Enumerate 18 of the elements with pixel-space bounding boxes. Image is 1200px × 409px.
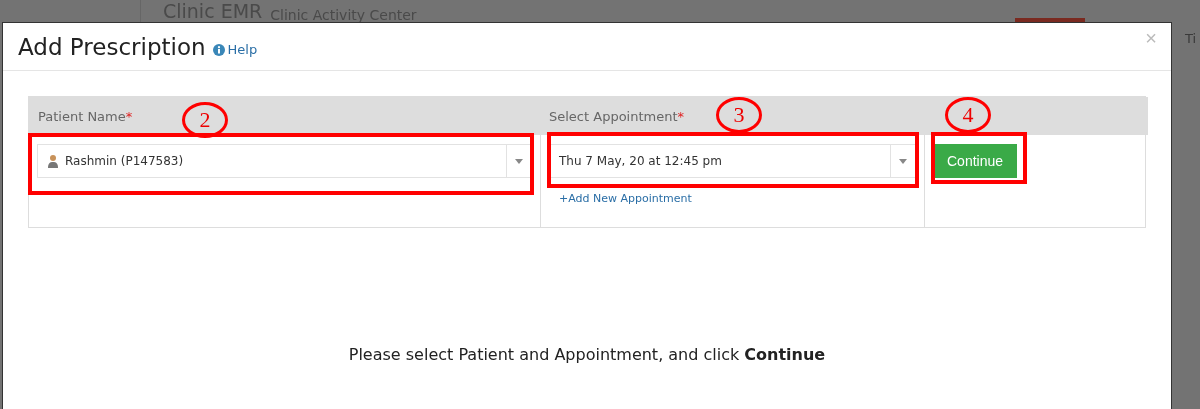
annotation-number: 4 (945, 97, 991, 133)
required-mark: * (125, 108, 133, 124)
instruction-text: Please select Patient and Appointment, and click Continue (347, 345, 827, 364)
patient-select[interactable]: Rashmin (P147583) (37, 144, 532, 178)
help-link[interactable]: Help (212, 42, 258, 57)
appointment-select[interactable]: Thu 7 May, 20 at 12:45 pm (549, 144, 916, 178)
required-mark: * (677, 108, 685, 124)
continue-button[interactable]: Continue (933, 144, 1018, 178)
annotation-number: 2 (182, 102, 228, 138)
column-label: Patient Name (38, 108, 126, 124)
add-appointment-link[interactable]: +Add New Appointment (559, 192, 692, 205)
dialog-title: Add Prescription (18, 33, 206, 60)
caret-icon (899, 158, 907, 164)
column-label: Select Appointment (549, 108, 678, 124)
caret-icon (515, 158, 523, 164)
person-icon (47, 154, 59, 168)
info-icon (212, 43, 225, 56)
annotation-number: 3 (716, 97, 762, 133)
